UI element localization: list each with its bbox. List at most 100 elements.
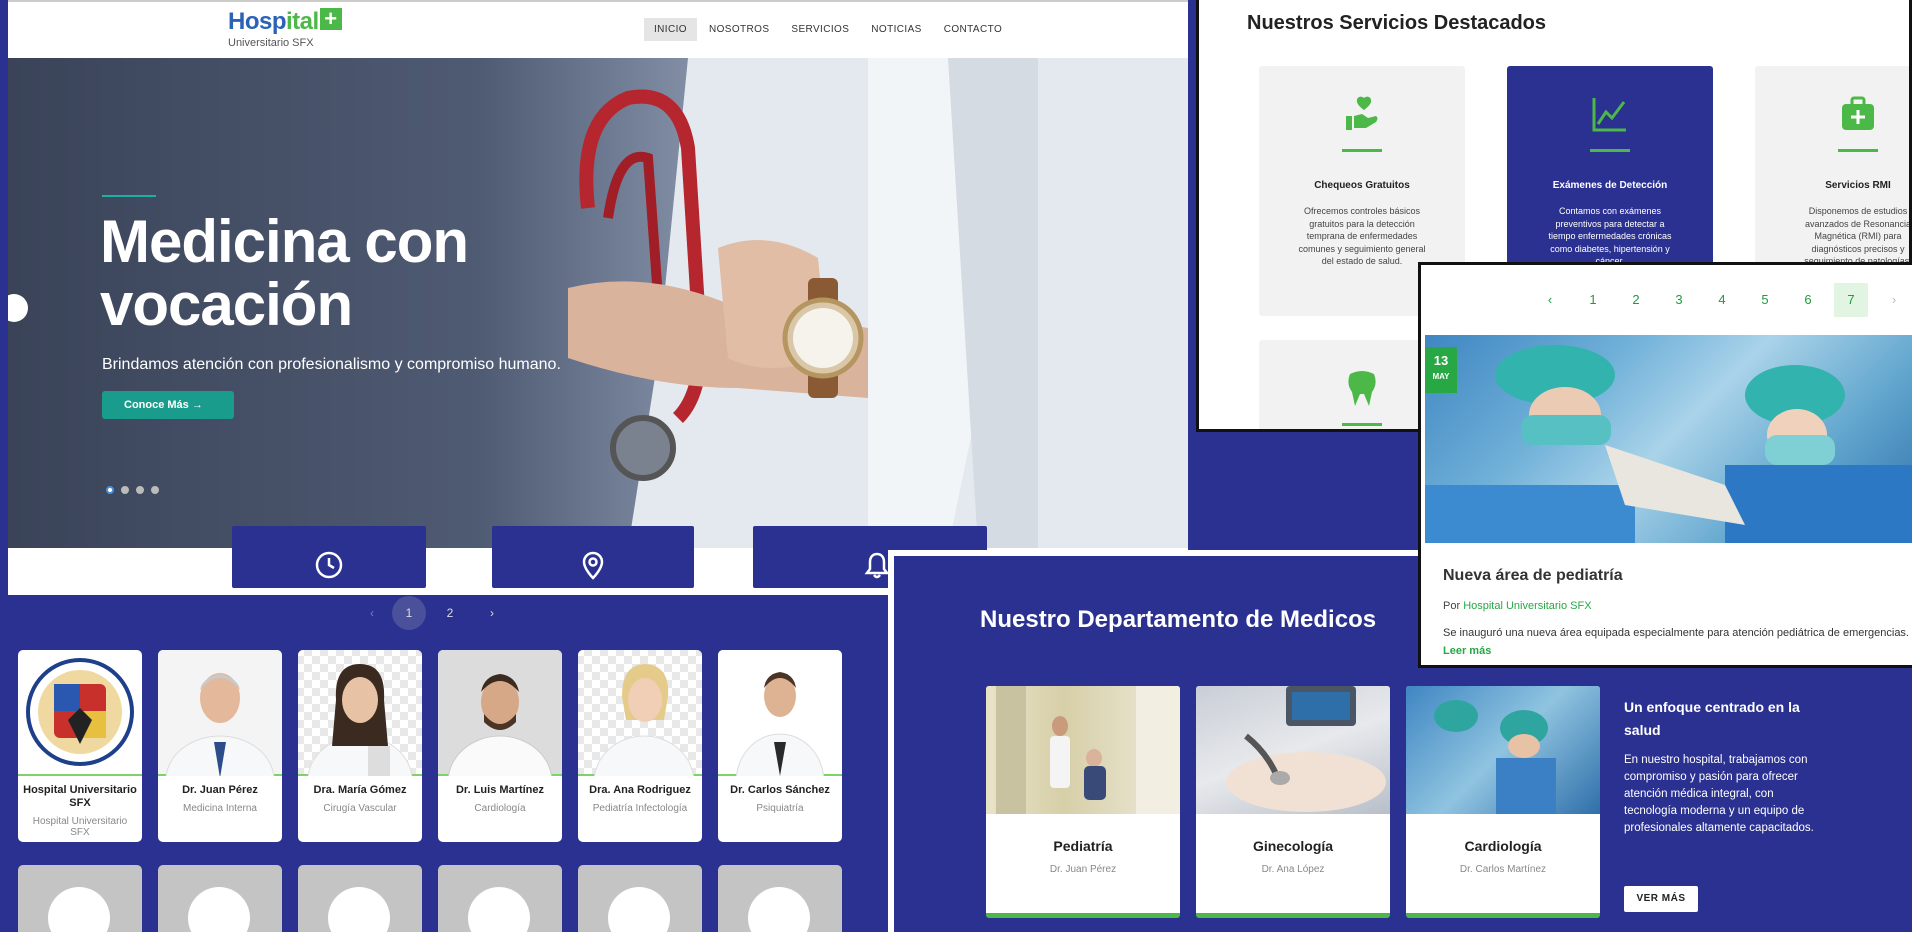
news-page-3[interactable]: 3 xyxy=(1662,283,1696,317)
department-doctor: Dr. Ana López xyxy=(1261,864,1325,875)
slide-dot-3[interactable] xyxy=(136,486,144,494)
doctor-photo xyxy=(298,650,422,825)
department-photo xyxy=(1196,686,1390,814)
department-name: Ginecología xyxy=(1252,838,1334,854)
medkit-icon xyxy=(1842,96,1874,130)
news-title[interactable]: Nueva área de pediatría xyxy=(1443,567,1623,585)
news-page-1[interactable]: 1 xyxy=(1576,283,1610,317)
doctor-card-placeholder[interactable] xyxy=(298,865,422,932)
department-card[interactable]: Ginecología Dr. Ana López xyxy=(1196,686,1390,918)
chevron-left-icon[interactable]: ‹ xyxy=(356,599,388,627)
doctor-photo xyxy=(718,650,842,831)
doctor-card[interactable]: Dra. Ana Rodriguez Pediatría Infectologí… xyxy=(578,650,702,842)
doctor-card[interactable]: Dra. María Gómez Cirugía Vascular xyxy=(298,650,422,842)
news-author-link[interactable]: Hospital Universitario SFX xyxy=(1463,600,1591,612)
main-nav: INICIO NOSOTROS SERVICIOS NOTICIAS CONTA… xyxy=(644,18,1012,41)
news-page-7[interactable]: 7 xyxy=(1834,283,1868,317)
doctor-card-placeholder[interactable] xyxy=(158,865,282,932)
news-pagination: ‹ 1 2 3 4 5 6 7 › xyxy=(1421,265,1912,327)
hospital-logo[interactable]: Hospital + Universitario SFX xyxy=(228,8,342,49)
news-page-5[interactable]: 5 xyxy=(1748,283,1782,317)
news-image[interactable] xyxy=(1425,335,1912,543)
nav-contacto[interactable]: CONTACTO xyxy=(934,18,1012,41)
cta-label: Conoce Más xyxy=(124,399,189,411)
doctor-card-placeholder[interactable] xyxy=(718,865,842,932)
map-pin-icon xyxy=(582,551,604,580)
avatar-placeholder xyxy=(748,887,810,932)
service-divider xyxy=(1342,149,1382,152)
department-intro: Un enfoque centrado en la salud En nuest… xyxy=(1624,696,1814,837)
avatar-placeholder xyxy=(468,887,530,932)
avatar-placeholder xyxy=(188,887,250,932)
service-desc: Contamos con exámenes preventivos para d… xyxy=(1548,206,1672,266)
department-doctor: Dr. Juan Pérez xyxy=(1049,864,1117,875)
doctor-card[interactable]: Hospital Universitario SFX Hospital Univ… xyxy=(18,650,142,842)
doctor-card-placeholder[interactable] xyxy=(578,865,702,932)
doctor-photo xyxy=(158,650,282,825)
doctor-name: Hospital Universitario SFX xyxy=(23,784,137,809)
doctor-card[interactable]: Dr. Luis Martínez Cardiología xyxy=(438,650,562,842)
chevron-left-icon[interactable]: ‹ xyxy=(1533,283,1567,317)
news-page-2[interactable]: 2 xyxy=(1619,283,1653,317)
doctor-name: Dra. Ana Rodriguez xyxy=(589,784,691,796)
news-date-month: MAY xyxy=(1432,372,1450,381)
service-title: Servicios RMI xyxy=(1825,180,1891,191)
department-card[interactable]: Pediatría Dr. Juan Pérez xyxy=(986,686,1180,918)
service-divider xyxy=(1838,149,1878,152)
page-2[interactable]: 2 xyxy=(434,599,466,627)
department-intro-title: Un enfoque centrado en la salud xyxy=(1624,699,1800,738)
slide-dot-2[interactable] xyxy=(121,486,129,494)
nav-servicios[interactable]: SERVICIOS xyxy=(781,18,859,41)
department-name: Pediatría xyxy=(1053,838,1113,854)
news-date-badge: 13 MAY xyxy=(1425,347,1457,393)
slide-dot-1[interactable] xyxy=(106,486,114,494)
hero-slider: Medicina con vocación Brindamos atención… xyxy=(8,58,1188,548)
departments-title: Nuestro Departamento de Medicos xyxy=(980,606,1377,633)
news-excerpt: Se inauguró una nueva área equipada espe… xyxy=(1443,627,1909,639)
logo-word-2: ital xyxy=(286,8,319,35)
chevron-right-icon[interactable]: › xyxy=(476,599,508,627)
hero-subtitle: Brindamos atención con profesionalismo y… xyxy=(102,356,561,373)
ver-mas-button[interactable]: VER MÁS xyxy=(1624,886,1698,912)
leer-mas-link[interactable]: Leer más xyxy=(1443,645,1491,657)
info-box-hours[interactable] xyxy=(232,526,426,588)
slider-dots xyxy=(106,486,159,494)
doctor-specialty: Hospital Universitario SFX xyxy=(32,816,128,838)
service-desc: Ofrecemos controles básicos gratuitos pa… xyxy=(1298,206,1426,266)
chevron-right-icon[interactable]: › xyxy=(1877,283,1911,317)
service-title: Exámenes de Detección xyxy=(1552,180,1668,191)
doctor-name: Dr. Carlos Sánchez xyxy=(730,784,830,796)
service-divider xyxy=(1342,423,1382,426)
logo-word-1: Hosp xyxy=(228,8,287,35)
nav-inicio[interactable]: INICIO xyxy=(644,18,697,41)
doctor-card-placeholder[interactable] xyxy=(18,865,142,932)
news-page-4[interactable]: 4 xyxy=(1705,283,1739,317)
nav-noticias[interactable]: NOTICIAS xyxy=(861,18,931,41)
department-card[interactable]: Cardiología Dr. Carlos Martínez xyxy=(1406,686,1600,918)
nav-nosotros[interactable]: NOSOTROS xyxy=(699,18,779,41)
doctor-specialty: Cirugía Vascular xyxy=(323,803,397,814)
page-1[interactable]: 1 xyxy=(392,596,426,630)
department-name: Cardiología xyxy=(1464,838,1542,854)
doctor-specialty: Cardiología xyxy=(474,803,526,814)
conoce-mas-button[interactable]: Conoce Más → xyxy=(102,391,234,419)
clock-icon xyxy=(315,551,343,579)
arrow-right-icon: → xyxy=(191,399,203,411)
doctor-photo xyxy=(438,650,562,829)
doctor-name: Dr. Luis Martínez xyxy=(455,784,545,796)
slide-dot-4[interactable] xyxy=(151,486,159,494)
info-box-location[interactable] xyxy=(492,526,694,588)
services-title: Nuestros Servicios Destacados xyxy=(1247,12,1547,34)
hospital-seal-image xyxy=(18,650,142,776)
doctor-card[interactable]: Dr. Juan Pérez Medicina Interna xyxy=(158,650,282,842)
avatar-placeholder xyxy=(328,887,390,932)
doctor-card[interactable]: Dr. Carlos Sánchez Psiquiatría xyxy=(718,650,842,842)
avatar-placeholder xyxy=(608,887,670,932)
news-page-6[interactable]: 6 xyxy=(1791,283,1825,317)
hero-accent-line xyxy=(102,195,156,197)
service-title: Chequeos Gratuitos xyxy=(1314,180,1410,191)
doctor-specialty: Pediatría Infectología xyxy=(592,803,688,814)
tooth-icon xyxy=(1348,371,1376,406)
doctor-card-placeholder[interactable] xyxy=(438,865,562,932)
doctor-hero-image xyxy=(568,58,1188,548)
